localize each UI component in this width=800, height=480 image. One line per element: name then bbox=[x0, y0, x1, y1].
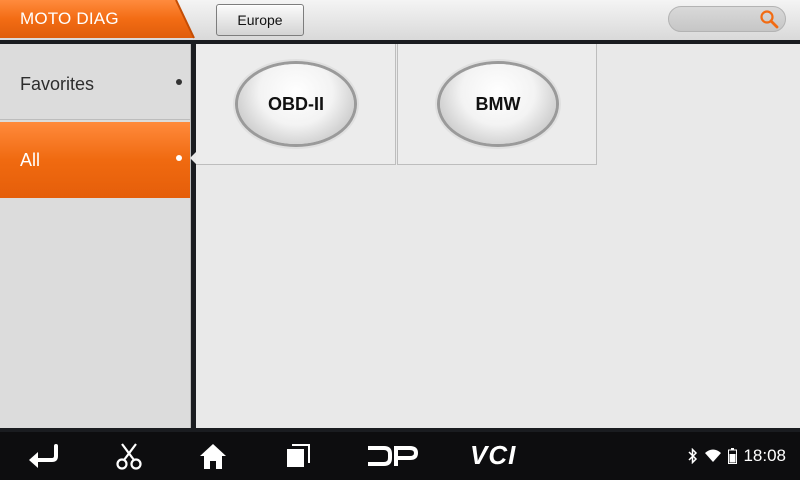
sidebar-item-all[interactable]: All bbox=[0, 122, 190, 198]
back-icon[interactable] bbox=[24, 442, 62, 470]
sidebar: Favorites All bbox=[0, 44, 191, 428]
region-button-label: Europe bbox=[237, 12, 283, 28]
bmw-button[interactable]: BMW bbox=[440, 64, 556, 144]
app-title: MOTO DIAG bbox=[20, 9, 119, 28]
bullet-dot-icon bbox=[176, 155, 182, 161]
vehicle-grid: OBD-II BMW bbox=[196, 44, 800, 428]
dp-icon[interactable]: DP bbox=[366, 444, 419, 468]
obd-ii-button[interactable]: OBD-II bbox=[238, 64, 354, 144]
home-icon[interactable] bbox=[198, 442, 228, 470]
tile-obd-ii[interactable]: OBD-II bbox=[196, 44, 396, 165]
top-bar: MOTO DIAG Europe bbox=[0, 0, 800, 40]
sidebar-item-label: Favorites bbox=[20, 74, 95, 94]
app-window: MOTO DIAG Europe Favorites All OBD-II BM… bbox=[0, 0, 800, 480]
screenshot-scissors-icon[interactable] bbox=[114, 442, 144, 470]
sidebar-item-label: All bbox=[20, 150, 41, 170]
tile-label: OBD-II bbox=[268, 93, 324, 114]
search-field[interactable] bbox=[668, 6, 786, 32]
vci-label: VCI bbox=[470, 440, 517, 470]
clock-time: 18:08 bbox=[743, 446, 786, 465]
system-navigation-bar: DP VCI 18:08 bbox=[0, 432, 800, 480]
recent-apps-icon[interactable] bbox=[284, 442, 312, 470]
region-europe-button[interactable]: Europe bbox=[216, 4, 304, 36]
bullet-dot-icon bbox=[176, 79, 182, 85]
tile-label: BMW bbox=[475, 93, 521, 114]
battery-icon bbox=[728, 448, 738, 464]
status-area: 18:08 bbox=[688, 446, 786, 466]
tile-bmw[interactable]: BMW bbox=[397, 44, 597, 165]
bluetooth-icon bbox=[688, 448, 698, 464]
app-title-tab: MOTO DIAG bbox=[0, 0, 196, 40]
wifi-icon bbox=[705, 449, 722, 462]
sidebar-item-favorites[interactable]: Favorites bbox=[0, 44, 190, 120]
vci-icon[interactable]: VCI bbox=[470, 440, 516, 470]
search-icon[interactable] bbox=[759, 9, 779, 29]
